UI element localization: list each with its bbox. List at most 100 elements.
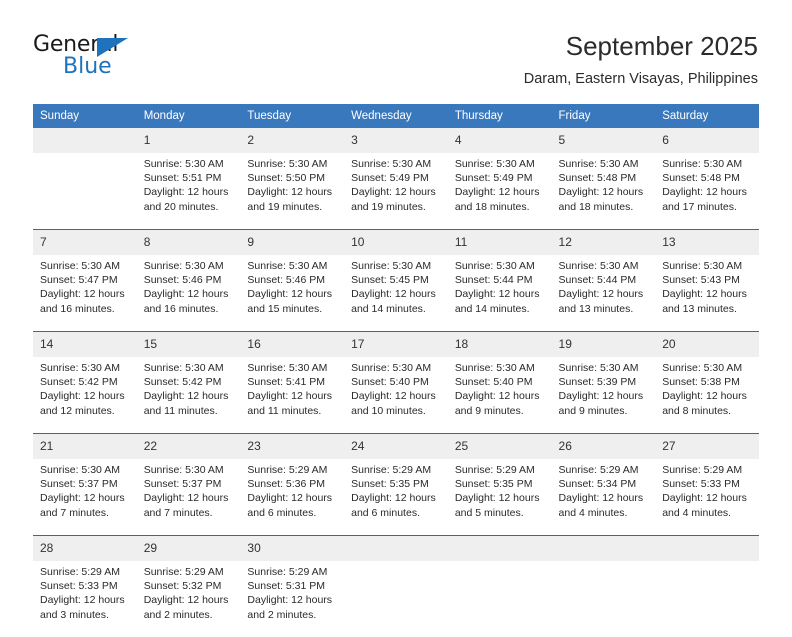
sunrise-text: Sunrise: 5:30 AM: [558, 260, 639, 272]
weekday-header-monday: Monday: [136, 104, 241, 128]
day-cell[interactable]: Sunrise: 5:30 AM Sunset: 5:47 PM Dayligh…: [33, 255, 137, 331]
day-number[interactable]: 22: [136, 434, 241, 459]
day-cell[interactable]: Sunrise: 5:30 AM Sunset: 5:49 PM Dayligh…: [344, 153, 448, 229]
sunrise-text: Sunrise: 5:30 AM: [454, 158, 535, 170]
day-number[interactable]: 13: [655, 230, 759, 255]
day-cell[interactable]: [551, 561, 656, 637]
day-number[interactable]: 6: [655, 128, 759, 153]
day-number[interactable]: 18: [447, 332, 552, 357]
day-number[interactable]: 2: [240, 128, 345, 153]
day-number[interactable]: 16: [240, 332, 345, 357]
day-cell[interactable]: Sunrise: 5:30 AM Sunset: 5:42 PM Dayligh…: [33, 357, 137, 433]
day-cell[interactable]: Sunrise: 5:29 AM Sunset: 5:32 PM Dayligh…: [136, 561, 241, 637]
day-cell[interactable]: Sunrise: 5:29 AM Sunset: 5:36 PM Dayligh…: [240, 459, 345, 535]
day-number[interactable]: 17: [344, 332, 448, 357]
day-number[interactable]: 9: [240, 230, 345, 255]
daylight-text-line1: Daylight: 12 hours: [247, 390, 333, 403]
day-number[interactable]: 27: [655, 434, 759, 459]
day-number[interactable]: 1: [136, 128, 241, 153]
day-number[interactable]: [447, 536, 552, 561]
day-number[interactable]: 14: [33, 332, 137, 357]
day-cell[interactable]: Sunrise: 5:30 AM Sunset: 5:42 PM Dayligh…: [136, 357, 241, 433]
day-number[interactable]: 26: [551, 434, 656, 459]
day-cell[interactable]: Sunrise: 5:30 AM Sunset: 5:46 PM Dayligh…: [136, 255, 241, 331]
day-number[interactable]: 3: [344, 128, 448, 153]
daylight-text-line2: and 12 minutes.: [40, 404, 115, 417]
daylight-text-line2: and 4 minutes.: [558, 506, 628, 519]
day-number[interactable]: 23: [240, 434, 345, 459]
week-info-row: Sunrise: 5:30 AM Sunset: 5:42 PM Dayligh…: [33, 357, 759, 433]
day-cell[interactable]: Sunrise: 5:29 AM Sunset: 5:35 PM Dayligh…: [344, 459, 448, 535]
day-number[interactable]: 21: [33, 434, 137, 459]
day-number[interactable]: 20: [655, 332, 759, 357]
day-number[interactable]: 25: [447, 434, 552, 459]
sunrise-text: Sunrise: 5:30 AM: [40, 464, 120, 476]
sunset-text: Sunset: 5:51 PM: [143, 172, 222, 185]
day-number[interactable]: 8: [136, 230, 241, 255]
day-number[interactable]: 12: [551, 230, 656, 255]
day-number[interactable]: [655, 536, 759, 561]
day-cell[interactable]: Sunrise: 5:30 AM Sunset: 5:45 PM Dayligh…: [344, 255, 448, 331]
daylight-text-line1: Daylight: 12 hours: [40, 594, 125, 607]
day-cell[interactable]: Sunrise: 5:30 AM Sunset: 5:37 PM Dayligh…: [33, 459, 137, 535]
daylight-text-line1: Daylight: 12 hours: [143, 288, 229, 301]
calendar-header-row: Sunday Monday Tuesday Wednesday Thursday…: [33, 104, 759, 128]
daylight-text-line1: Daylight: 12 hours: [351, 186, 436, 199]
daylight-text-line1: Daylight: 12 hours: [351, 492, 436, 505]
day-cell[interactable]: Sunrise: 5:29 AM Sunset: 5:33 PM Dayligh…: [33, 561, 137, 637]
day-cell[interactable]: [33, 153, 137, 229]
day-cell[interactable]: Sunrise: 5:30 AM Sunset: 5:44 PM Dayligh…: [447, 255, 552, 331]
day-cell[interactable]: Sunrise: 5:30 AM Sunset: 5:50 PM Dayligh…: [240, 153, 345, 229]
day-number[interactable]: 29: [136, 536, 241, 561]
sunrise-text: Sunrise: 5:30 AM: [662, 362, 743, 374]
day-number[interactable]: 15: [136, 332, 241, 357]
day-cell[interactable]: Sunrise: 5:29 AM Sunset: 5:35 PM Dayligh…: [447, 459, 552, 535]
day-cell[interactable]: Sunrise: 5:30 AM Sunset: 5:40 PM Dayligh…: [447, 357, 552, 433]
day-number[interactable]: 30: [240, 536, 345, 561]
day-number[interactable]: 11: [447, 230, 552, 255]
day-number[interactable]: 24: [344, 434, 448, 459]
day-cell[interactable]: Sunrise: 5:29 AM Sunset: 5:33 PM Dayligh…: [655, 459, 759, 535]
daylight-text-line1: Daylight: 12 hours: [454, 492, 540, 505]
day-cell[interactable]: Sunrise: 5:30 AM Sunset: 5:51 PM Dayligh…: [136, 153, 241, 229]
day-cell[interactable]: Sunrise: 5:30 AM Sunset: 5:48 PM Dayligh…: [551, 153, 656, 229]
sunrise-text: Sunrise: 5:30 AM: [351, 260, 432, 272]
day-cell[interactable]: Sunrise: 5:29 AM Sunset: 5:34 PM Dayligh…: [551, 459, 656, 535]
day-cell[interactable]: [447, 561, 552, 637]
day-number[interactable]: [33, 128, 137, 153]
week-daynum-row: 21 22 23 24 25 26 27: [33, 434, 759, 459]
day-cell[interactable]: Sunrise: 5:30 AM Sunset: 5:39 PM Dayligh…: [551, 357, 656, 433]
day-number[interactable]: [344, 536, 448, 561]
general-blue-logo[interactable]: General Blue: [33, 33, 233, 83]
day-cell[interactable]: [344, 561, 448, 637]
sunrise-text: Sunrise: 5:29 AM: [247, 464, 328, 476]
day-number[interactable]: 28: [33, 536, 137, 561]
day-number[interactable]: 7: [33, 230, 137, 255]
day-cell[interactable]: Sunrise: 5:30 AM Sunset: 5:38 PM Dayligh…: [655, 357, 759, 433]
sunrise-text: Sunrise: 5:30 AM: [143, 260, 224, 272]
day-cell[interactable]: Sunrise: 5:30 AM Sunset: 5:41 PM Dayligh…: [240, 357, 345, 433]
sunrise-text: Sunrise: 5:30 AM: [143, 362, 224, 374]
sunrise-text: Sunrise: 5:29 AM: [662, 464, 743, 476]
day-number[interactable]: 4: [447, 128, 552, 153]
day-cell[interactable]: Sunrise: 5:30 AM Sunset: 5:46 PM Dayligh…: [240, 255, 345, 331]
day-number[interactable]: 5: [551, 128, 656, 153]
day-cell[interactable]: Sunrise: 5:30 AM Sunset: 5:48 PM Dayligh…: [655, 153, 759, 229]
day-cell[interactable]: [655, 561, 759, 637]
sunset-text: Sunset: 5:49 PM: [351, 172, 429, 185]
day-cell[interactable]: Sunrise: 5:30 AM Sunset: 5:43 PM Dayligh…: [655, 255, 759, 331]
daylight-text-line2: and 15 minutes.: [247, 302, 323, 315]
day-cell[interactable]: Sunrise: 5:30 AM Sunset: 5:37 PM Dayligh…: [136, 459, 241, 535]
day-number[interactable]: 10: [344, 230, 448, 255]
sunset-text: Sunset: 5:48 PM: [662, 172, 740, 185]
day-cell[interactable]: Sunrise: 5:30 AM Sunset: 5:40 PM Dayligh…: [344, 357, 448, 433]
day-cell[interactable]: Sunrise: 5:29 AM Sunset: 5:31 PM Dayligh…: [240, 561, 345, 637]
day-cell[interactable]: Sunrise: 5:30 AM Sunset: 5:44 PM Dayligh…: [551, 255, 656, 331]
day-cell[interactable]: Sunrise: 5:30 AM Sunset: 5:49 PM Dayligh…: [447, 153, 552, 229]
day-number[interactable]: [551, 536, 656, 561]
daylight-text-line1: Daylight: 12 hours: [662, 390, 747, 403]
day-number[interactable]: 19: [551, 332, 656, 357]
sunset-text: Sunset: 5:44 PM: [454, 274, 533, 287]
daylight-text-line2: and 3 minutes.: [40, 608, 109, 621]
daylight-text-line1: Daylight: 12 hours: [558, 492, 644, 505]
